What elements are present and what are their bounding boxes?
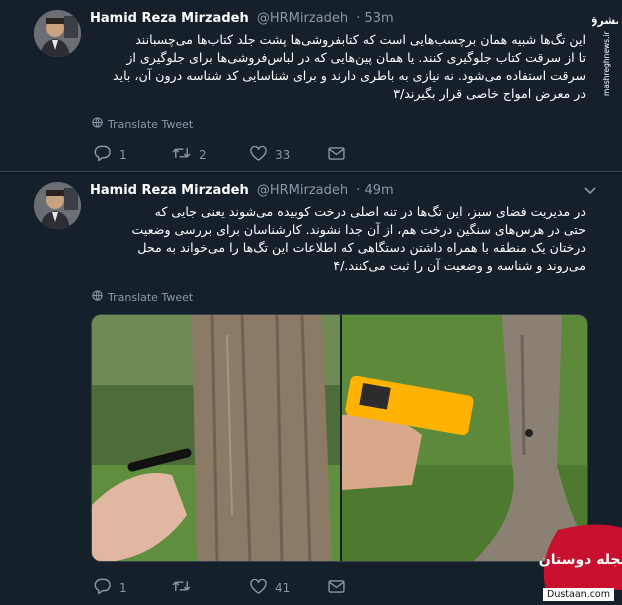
watermark-url: Dustaan.com [543, 588, 614, 601]
tweet-actions: 1 41 [94, 578, 406, 597]
tweet-text-line: این تگ‌ها شبیه همان برچسب‌هایی است که کت… [135, 32, 586, 47]
author-name[interactable]: Hamid Reza Mirzadeh [90, 11, 249, 26]
heart-icon [250, 578, 267, 597]
translate-tweet-link[interactable]: Translate Tweet [92, 290, 193, 304]
mashreghnews-url: mashreghnews.ir [602, 31, 611, 96]
tweet-1[interactable]: Hamid Reza Mirzadeh @HRMirzadeh · 53m ای… [0, 0, 622, 172]
retweet-icon [172, 579, 191, 596]
tweet-time[interactable]: · 49m [356, 183, 393, 198]
tweet-text-line: درختان یک منطقه با همراه داشتن دستگاهی ک… [137, 240, 586, 255]
tweet-time[interactable]: · 53m [356, 11, 393, 26]
globe-icon [92, 117, 103, 131]
mashreghnews-logo: مشرق mashreghnews.ir [588, 6, 622, 98]
tweet-text-line: در معرض امواج خاصی قرار بگیرند/۳ [393, 86, 586, 101]
tweet-text: این تگ‌ها شبیه همان برچسب‌هایی است که کت… [82, 31, 586, 103]
author-name[interactable]: Hamid Reza Mirzadeh [90, 183, 249, 198]
retweet-icon [172, 146, 191, 163]
reply-button[interactable]: 1 [94, 578, 172, 597]
reply-icon [94, 145, 111, 164]
like-button[interactable]: 33 [250, 145, 328, 164]
envelope-icon [328, 146, 345, 163]
like-count: 33 [275, 147, 291, 162]
envelope-icon [328, 579, 345, 596]
tweet-photo[interactable] [91, 314, 588, 562]
tweet-header: Hamid Reza Mirzadeh @HRMirzadeh · 53m [90, 11, 394, 26]
dustaan-logo: مجله دوستان [538, 520, 622, 590]
translate-label: Translate Tweet [108, 290, 194, 304]
direct-message-button[interactable] [328, 146, 406, 163]
retweet-count: 2 [199, 147, 207, 162]
tweet-text-line: سرقت استفاده می‌شود. نه نیازی به باطری د… [112, 68, 586, 83]
tweet-actions: 1 2 33 [94, 145, 406, 164]
like-button[interactable]: 41 [250, 578, 328, 597]
reply-button[interactable]: 1 [94, 145, 172, 164]
heart-icon [250, 145, 267, 164]
tweet-text: در مدیریت فضای سبز، این تگ‌ها در تنه اصل… [82, 203, 586, 275]
avatar[interactable] [34, 182, 81, 229]
translate-tweet-link[interactable]: Translate Tweet [92, 117, 193, 131]
translate-label: Translate Tweet [108, 117, 194, 131]
tweet-text-line: در مدیریت فضای سبز، این تگ‌ها در تنه اصل… [154, 204, 586, 219]
tweet-text-line: می‌روند و شناسه و وضعیت آن را ثبت می‌کنن… [333, 258, 586, 273]
svg-text:مشرق: مشرق [592, 14, 618, 27]
author-handle[interactable]: @HRMirzadeh [257, 11, 348, 26]
retweet-button[interactable]: 2 [172, 146, 250, 163]
retweet-button[interactable] [172, 579, 250, 596]
direct-message-button[interactable] [328, 579, 406, 596]
tweet-text-line: تا از سرقت کتاب جلوگیری کنند. یا همان پی… [126, 50, 586, 65]
avatar[interactable] [34, 10, 81, 57]
tree-tag-photo [92, 315, 340, 561]
chevron-down-icon[interactable] [584, 184, 596, 198]
svg-text:مجله دوستان: مجله دوستان [539, 552, 622, 568]
author-handle[interactable]: @HRMirzadeh [257, 183, 348, 198]
reply-icon [94, 578, 111, 597]
reply-count: 1 [119, 580, 127, 595]
tweet-text-line: حتی در هرس‌های سنگین درخت هم، از آن جدا … [131, 222, 586, 237]
tweet-2[interactable]: Hamid Reza Mirzadeh @HRMirzadeh · 49m در… [0, 174, 622, 605]
globe-icon [92, 290, 103, 304]
like-count: 41 [275, 580, 291, 595]
tweet-header: Hamid Reza Mirzadeh @HRMirzadeh · 49m [90, 183, 394, 198]
reply-count: 1 [119, 147, 127, 162]
